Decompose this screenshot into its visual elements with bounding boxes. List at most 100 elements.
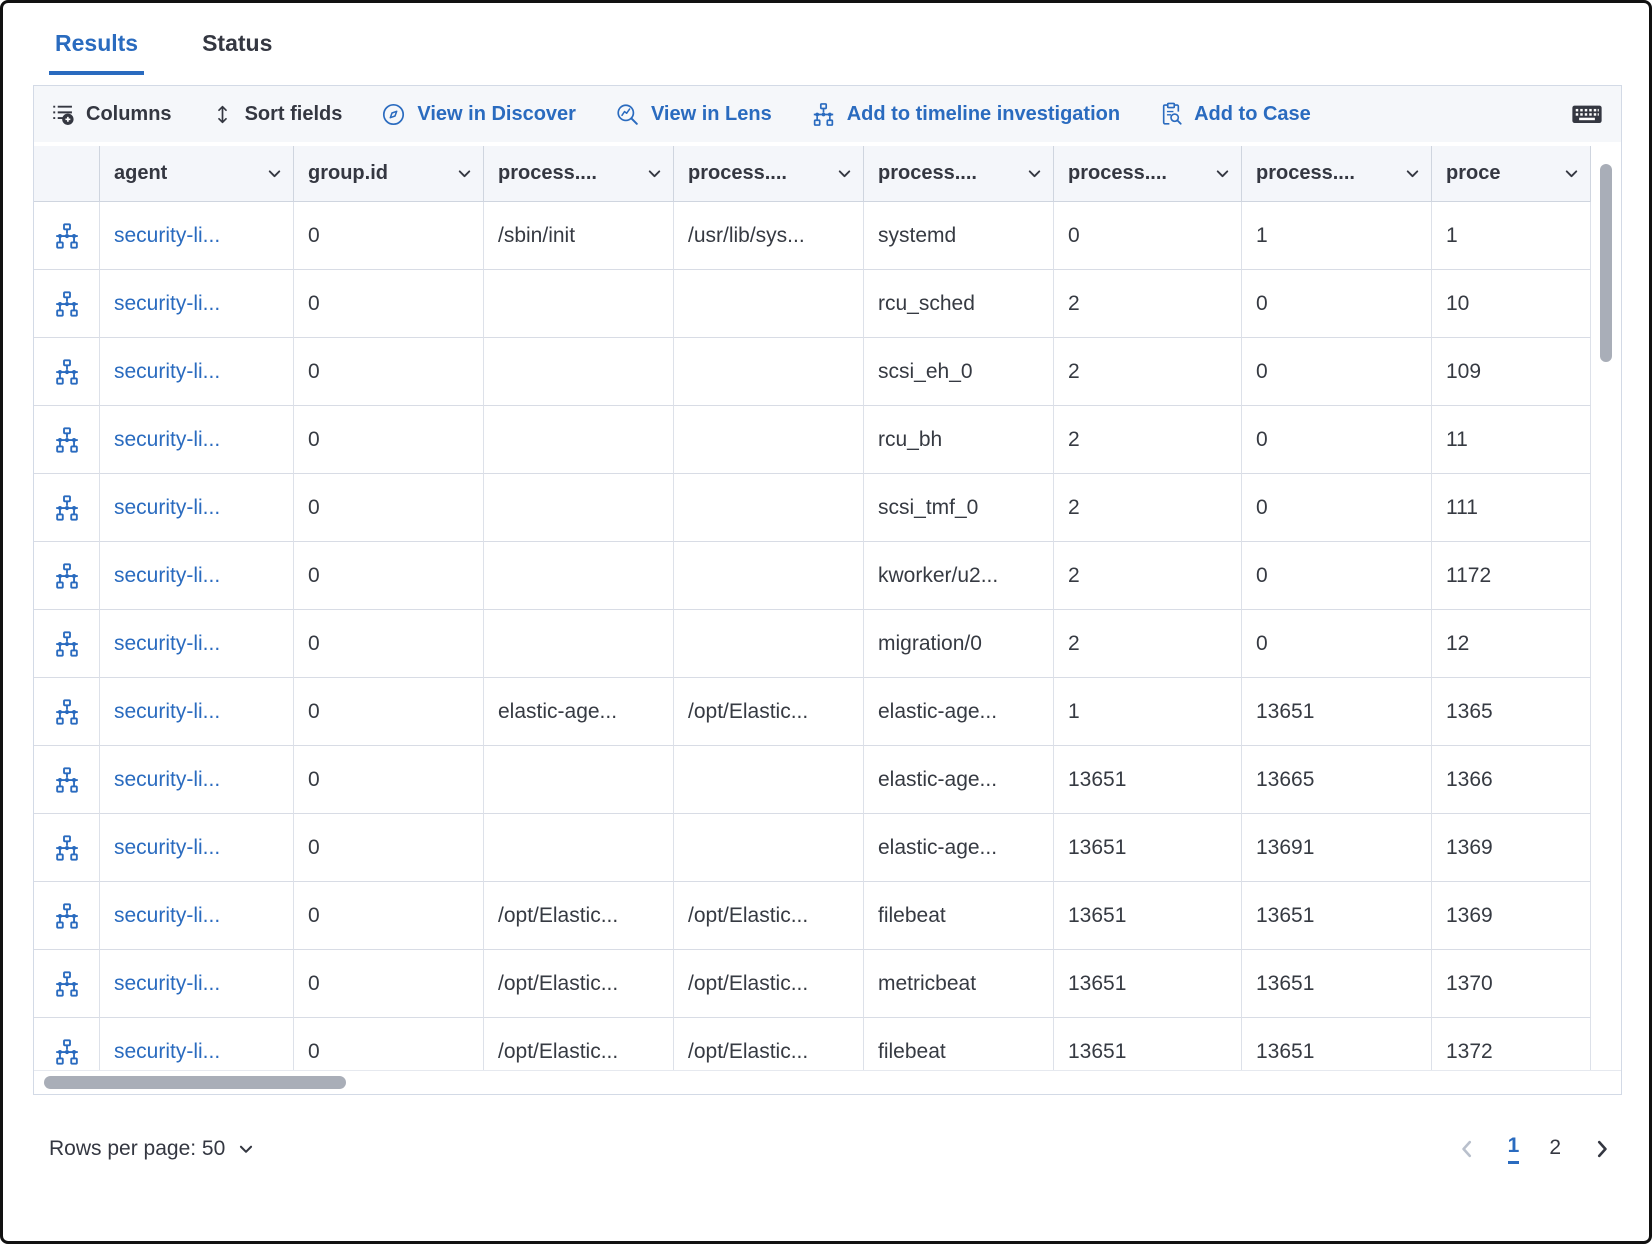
columns-button[interactable]: Columns: [50, 101, 172, 127]
grid-cell[interactable]: 0: [1242, 406, 1432, 474]
grid-cell[interactable]: 1369: [1432, 882, 1591, 950]
grid-cell[interactable]: /opt/Elastic...: [674, 882, 864, 950]
vertical-scrollbar[interactable]: [1591, 146, 1621, 1070]
agent-link[interactable]: security-li...: [100, 1018, 294, 1070]
grid-cell[interactable]: [484, 542, 674, 610]
grid-cell[interactable]: elastic-age...: [864, 678, 1054, 746]
column-header-6[interactable]: process....: [1242, 146, 1432, 202]
grid-cell[interactable]: [484, 474, 674, 542]
view-in-discover-button[interactable]: View in Discover: [380, 101, 576, 128]
grid-cell[interactable]: 2: [1054, 338, 1242, 406]
grid-cell[interactable]: 13651: [1054, 950, 1242, 1018]
grid-cell[interactable]: 2: [1054, 406, 1242, 474]
grid-cell[interactable]: migration/0: [864, 610, 1054, 678]
grid-cell[interactable]: 1: [1242, 202, 1432, 270]
grid-cell[interactable]: 13665: [1242, 746, 1432, 814]
grid-cell[interactable]: rcu_sched: [864, 270, 1054, 338]
horizontal-scrollbar-thumb[interactable]: [44, 1076, 346, 1089]
grid-cell[interactable]: [484, 270, 674, 338]
grid-cell[interactable]: 2: [1054, 474, 1242, 542]
grid-cell[interactable]: 111: [1432, 474, 1591, 542]
agent-link[interactable]: security-li...: [100, 542, 294, 610]
grid-cell[interactable]: /sbin/init: [484, 202, 674, 270]
grid-cell[interactable]: /opt/Elastic...: [674, 1018, 864, 1070]
horizontal-scrollbar[interactable]: [34, 1070, 1621, 1094]
analyze-event-button[interactable]: [34, 814, 100, 882]
column-actions-chevron-icon[interactable]: [1214, 165, 1231, 182]
grid-cell[interactable]: [674, 338, 864, 406]
column-actions-chevron-icon[interactable]: [266, 165, 283, 182]
grid-cell[interactable]: scsi_tmf_0: [864, 474, 1054, 542]
grid-cell[interactable]: 2: [1054, 270, 1242, 338]
grid-cell[interactable]: elastic-age...: [484, 678, 674, 746]
grid-cell[interactable]: metricbeat: [864, 950, 1054, 1018]
agent-link[interactable]: security-li...: [100, 406, 294, 474]
agent-link[interactable]: security-li...: [100, 814, 294, 882]
analyze-event-button[interactable]: [34, 950, 100, 1018]
grid-cell[interactable]: 0: [294, 814, 484, 882]
grid-cell[interactable]: [484, 814, 674, 882]
next-page-button[interactable]: [1591, 1138, 1613, 1160]
grid-cell[interactable]: 0: [294, 542, 484, 610]
analyze-event-button[interactable]: [34, 270, 100, 338]
agent-link[interactable]: security-li...: [100, 202, 294, 270]
grid-cell[interactable]: 0: [1242, 270, 1432, 338]
column-header-7[interactable]: proce: [1432, 146, 1591, 202]
analyze-event-button[interactable]: [34, 746, 100, 814]
grid-cell[interactable]: 10: [1432, 270, 1591, 338]
grid-cell[interactable]: 2: [1054, 542, 1242, 610]
grid-cell[interactable]: 1372: [1432, 1018, 1591, 1070]
grid-cell[interactable]: [674, 610, 864, 678]
grid-cell[interactable]: 0: [294, 882, 484, 950]
analyze-event-button[interactable]: [34, 542, 100, 610]
grid-cell[interactable]: /opt/Elastic...: [484, 882, 674, 950]
add-to-timeline-button[interactable]: Add to timeline investigation: [810, 101, 1120, 128]
grid-cell[interactable]: 0: [294, 610, 484, 678]
grid-cell[interactable]: rcu_bh: [864, 406, 1054, 474]
column-header-4[interactable]: process....: [864, 146, 1054, 202]
grid-cell[interactable]: 13651: [1054, 882, 1242, 950]
grid-cell[interactable]: 0: [294, 1018, 484, 1070]
column-header-5[interactable]: process....: [1054, 146, 1242, 202]
analyze-event-button[interactable]: [34, 338, 100, 406]
grid-cell[interactable]: /opt/Elastic...: [484, 1018, 674, 1070]
agent-link[interactable]: security-li...: [100, 678, 294, 746]
agent-link[interactable]: security-li...: [100, 338, 294, 406]
analyze-event-button[interactable]: [34, 202, 100, 270]
grid-cell[interactable]: [674, 406, 864, 474]
column-actions-chevron-icon[interactable]: [836, 165, 853, 182]
grid-cell[interactable]: [674, 746, 864, 814]
analyze-event-button[interactable]: [34, 406, 100, 474]
agent-link[interactable]: security-li...: [100, 950, 294, 1018]
grid-cell[interactable]: systemd: [864, 202, 1054, 270]
column-actions-chevron-icon[interactable]: [1404, 165, 1421, 182]
grid-cell[interactable]: kworker/u2...: [864, 542, 1054, 610]
grid-cell[interactable]: 13691: [1242, 814, 1432, 882]
grid-cell[interactable]: 109: [1432, 338, 1591, 406]
analyze-event-button[interactable]: [34, 610, 100, 678]
sort-fields-button[interactable]: Sort fields: [210, 102, 343, 127]
column-header-2[interactable]: process....: [484, 146, 674, 202]
grid-cell[interactable]: 13651: [1242, 678, 1432, 746]
column-header-1[interactable]: group.id: [294, 146, 484, 202]
grid-cell[interactable]: 13651: [1054, 746, 1242, 814]
grid-cell[interactable]: 0: [294, 406, 484, 474]
column-header-3[interactable]: process....: [674, 146, 864, 202]
keyboard-shortcuts-button[interactable]: [1569, 96, 1605, 132]
agent-link[interactable]: security-li...: [100, 610, 294, 678]
grid-cell[interactable]: /opt/Elastic...: [484, 950, 674, 1018]
grid-cell[interactable]: 0: [1242, 474, 1432, 542]
grid-cell[interactable]: [674, 270, 864, 338]
grid-cell[interactable]: [674, 474, 864, 542]
grid-cell[interactable]: 0: [294, 746, 484, 814]
grid-cell[interactable]: 0: [294, 270, 484, 338]
grid-cell[interactable]: 1: [1054, 678, 1242, 746]
grid-cell[interactable]: 0: [1242, 542, 1432, 610]
page-2-button[interactable]: 2: [1549, 1136, 1561, 1163]
grid-cell[interactable]: 0: [294, 202, 484, 270]
rows-per-page-button[interactable]: Rows per page: 50: [49, 1137, 255, 1161]
grid-cell[interactable]: 0: [1242, 338, 1432, 406]
grid-cell[interactable]: 0: [1054, 202, 1242, 270]
grid-cell[interactable]: filebeat: [864, 882, 1054, 950]
column-actions-chevron-icon[interactable]: [1563, 165, 1580, 182]
